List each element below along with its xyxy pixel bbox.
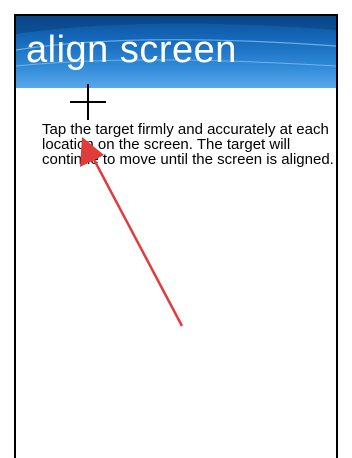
instructions-text: Tap the target firmly and accurately at … <box>42 121 334 168</box>
title-bar: align screen <box>16 16 336 88</box>
crosshair-icon[interactable] <box>68 82 108 122</box>
screen-content[interactable]: align screen Tap the target firmly and a… <box>14 14 338 458</box>
page-title: align screen <box>26 29 237 71</box>
align-screen-window: align screen Tap the target firmly and a… <box>0 0 352 458</box>
